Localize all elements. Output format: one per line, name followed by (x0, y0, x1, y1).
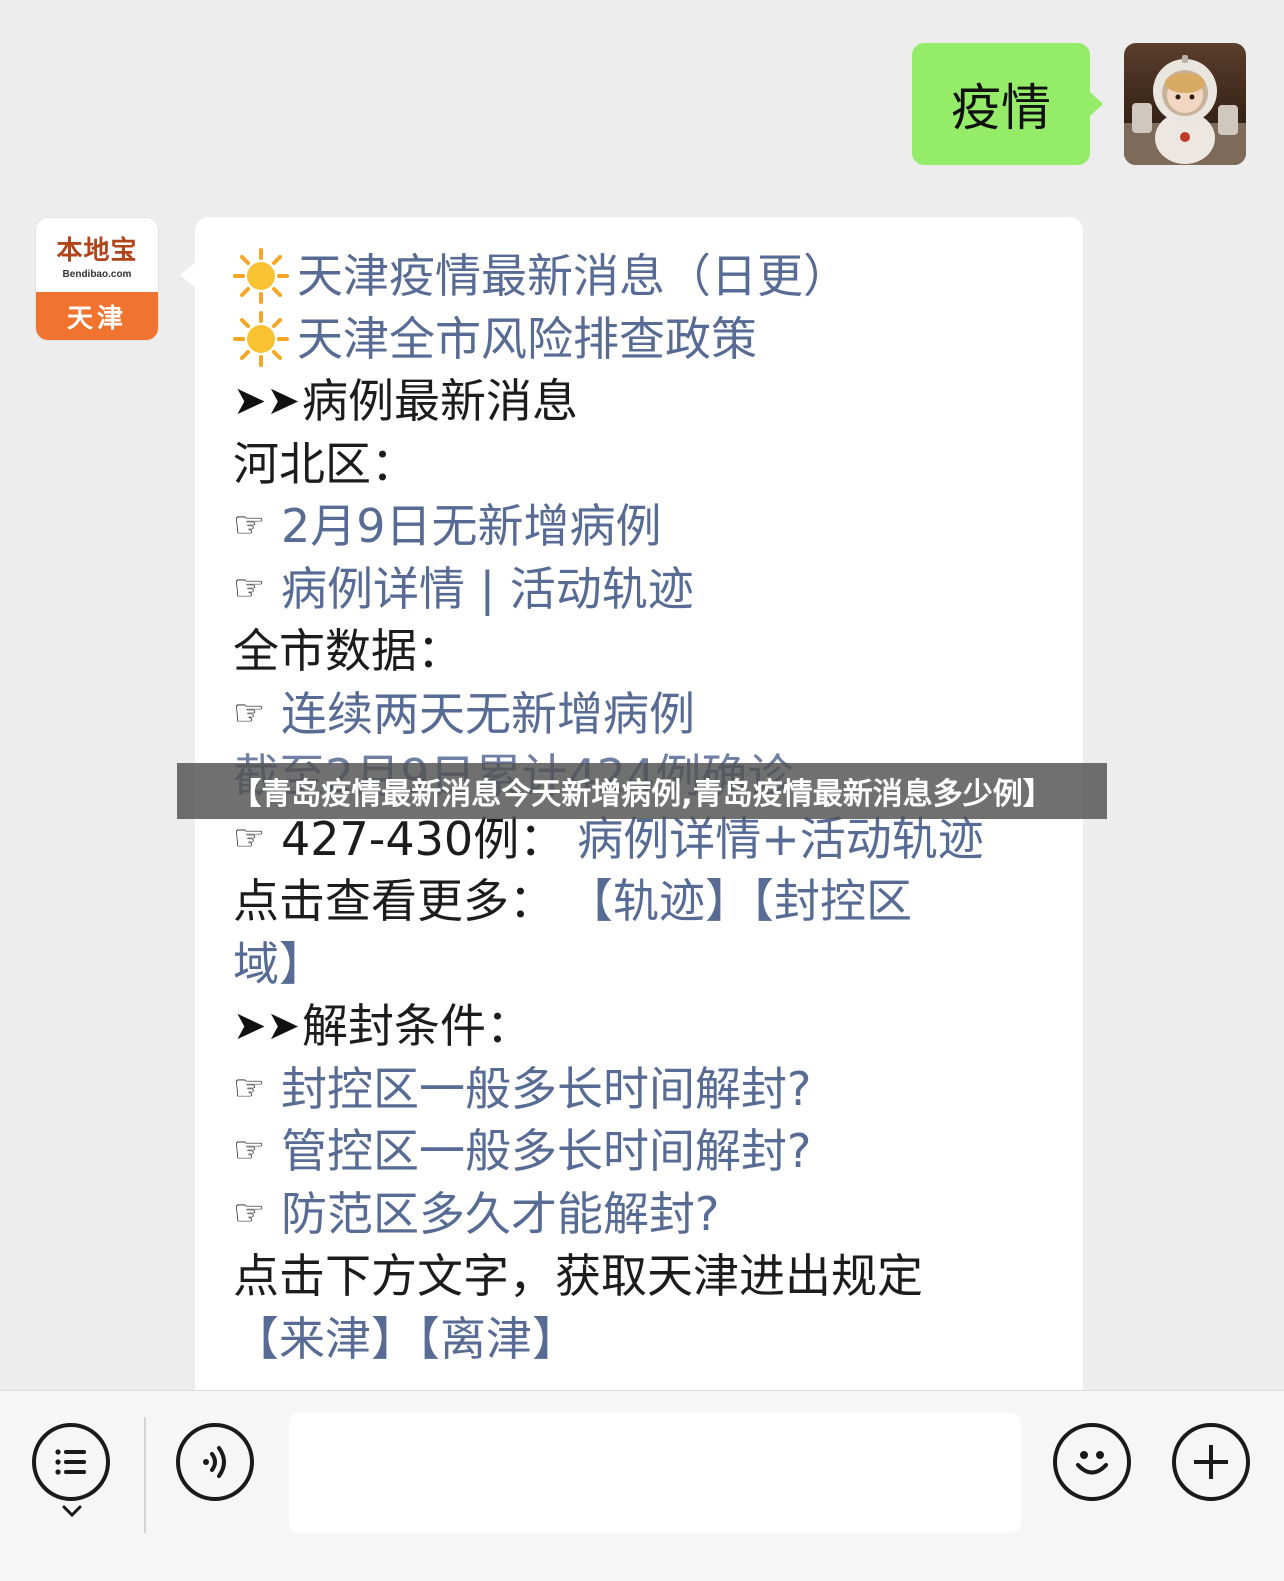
message-link[interactable]: 天津疫情最新消息（日更） (297, 245, 849, 308)
bar-divider (144, 1417, 146, 1533)
message-line: ➤➤ 解封条件： (233, 995, 1053, 1058)
brand-url: Bendibao.com (62, 269, 132, 280)
menu-list-icon (55, 1449, 86, 1475)
message-text: 解封条件： (302, 999, 533, 1053)
message-line[interactable]: ☞ 防范区多久才能解封? (233, 1183, 1053, 1246)
message-line: 河北区： (233, 433, 1053, 496)
message-line: 点击下方文字，获取天津进出规定 (233, 1245, 1053, 1308)
sun-icon (233, 310, 289, 367)
brand-logo: 本地宝 Bendibao.com (36, 218, 158, 292)
message-text: 全市数据： (233, 624, 463, 678)
message-link[interactable]: 【来津】【离津】 (233, 1308, 578, 1371)
bubble-tail (180, 262, 196, 288)
chevron-down-icon (62, 1505, 82, 1517)
article-title-banner: 【青岛疫情最新消息今天新增病例,青岛疫情最新消息多少例】 (177, 763, 1107, 819)
message-link[interactable]: 连续两天无新增病例 (281, 683, 695, 746)
message-line[interactable]: ☞ 病例详情 | 活动轨迹 (233, 558, 1053, 621)
message-link[interactable]: 病例详情 | 活动轨迹 (281, 558, 694, 621)
message-link[interactable]: 防范区多久才能解封? (281, 1183, 719, 1246)
astronaut-figure-icon (1124, 55, 1246, 165)
brand-city: 天津 (36, 292, 158, 340)
pointing-hand-icon: ☞ (233, 567, 266, 609)
message-link[interactable]: 封控区一般多长时间解封? (281, 1058, 811, 1121)
message-line[interactable]: 天津疫情最新消息（日更） (233, 245, 1053, 308)
message-text: 点击下方文字，获取天津进出规定 (233, 1249, 923, 1303)
official-account-avatar[interactable]: 本地宝 Bendibao.com 天津 (36, 218, 158, 340)
pointing-hand-icon: ☞ (233, 505, 266, 546)
message-line[interactable]: ☞ 2月9日无新增病例 (233, 495, 1053, 558)
message-line[interactable]: 天津全市风险排查政策 (233, 308, 1053, 371)
chat-input-bar (0, 1390, 1284, 1581)
plus-icon (1194, 1445, 1228, 1479)
double-arrow-icon: ➤➤ (233, 378, 301, 424)
message-link[interactable]: 天津全市风险排查政策 (297, 308, 757, 371)
voice-icon (203, 1446, 226, 1478)
message-link[interactable]: 2月9日无新增病例 (281, 495, 662, 558)
message-link[interactable]: 【轨迹】【封控区 (567, 870, 912, 933)
brand-name: 本地宝 (56, 236, 138, 266)
pointing-hand-icon: ☞ (233, 1130, 266, 1171)
message-line: 点击查看更多： 【轨迹】【封控区 (233, 870, 1053, 933)
message-link[interactable]: 域】 (233, 933, 325, 996)
menu-button[interactable] (32, 1423, 110, 1501)
sun-icon (233, 248, 289, 305)
more-button[interactable] (1172, 1423, 1250, 1501)
message-line[interactable]: 【来津】【离津】 (233, 1308, 1053, 1371)
pointing-hand-icon: ☞ (233, 692, 266, 734)
message-text: 河北区： (233, 436, 417, 491)
voice-button[interactable] (176, 1423, 254, 1501)
emoji-button[interactable] (1053, 1423, 1131, 1501)
outgoing-message-bubble[interactable]: 疫情 (912, 43, 1103, 165)
message-line: ➤➤ 病例最新消息 (233, 370, 1053, 433)
message-text: 点击查看更多： (233, 874, 555, 928)
double-arrow-icon: ➤➤ (233, 1003, 301, 1049)
message-line[interactable]: 域】 (233, 933, 1053, 996)
message-text: 病例最新消息 (302, 374, 579, 428)
pointing-hand-icon: ☞ (233, 1067, 266, 1109)
message-line[interactable]: ☞ 封控区一般多长时间解封? (233, 1058, 1053, 1121)
message-line[interactable]: ☞ 管控区一般多长时间解封? (233, 1120, 1053, 1183)
outgoing-message-text: 疫情 (951, 79, 1051, 137)
message-line[interactable]: ☞ 连续两天无新增病例 (233, 683, 1053, 746)
pointing-hand-icon: ☞ (233, 1192, 266, 1234)
user-avatar[interactable] (1124, 43, 1246, 165)
emoji-smile-icon (1076, 1451, 1108, 1475)
message-link[interactable]: 管控区一般多长时间解封? (281, 1120, 811, 1183)
message-line: 全市数据： (233, 620, 1053, 683)
message-input[interactable] (289, 1413, 1021, 1533)
